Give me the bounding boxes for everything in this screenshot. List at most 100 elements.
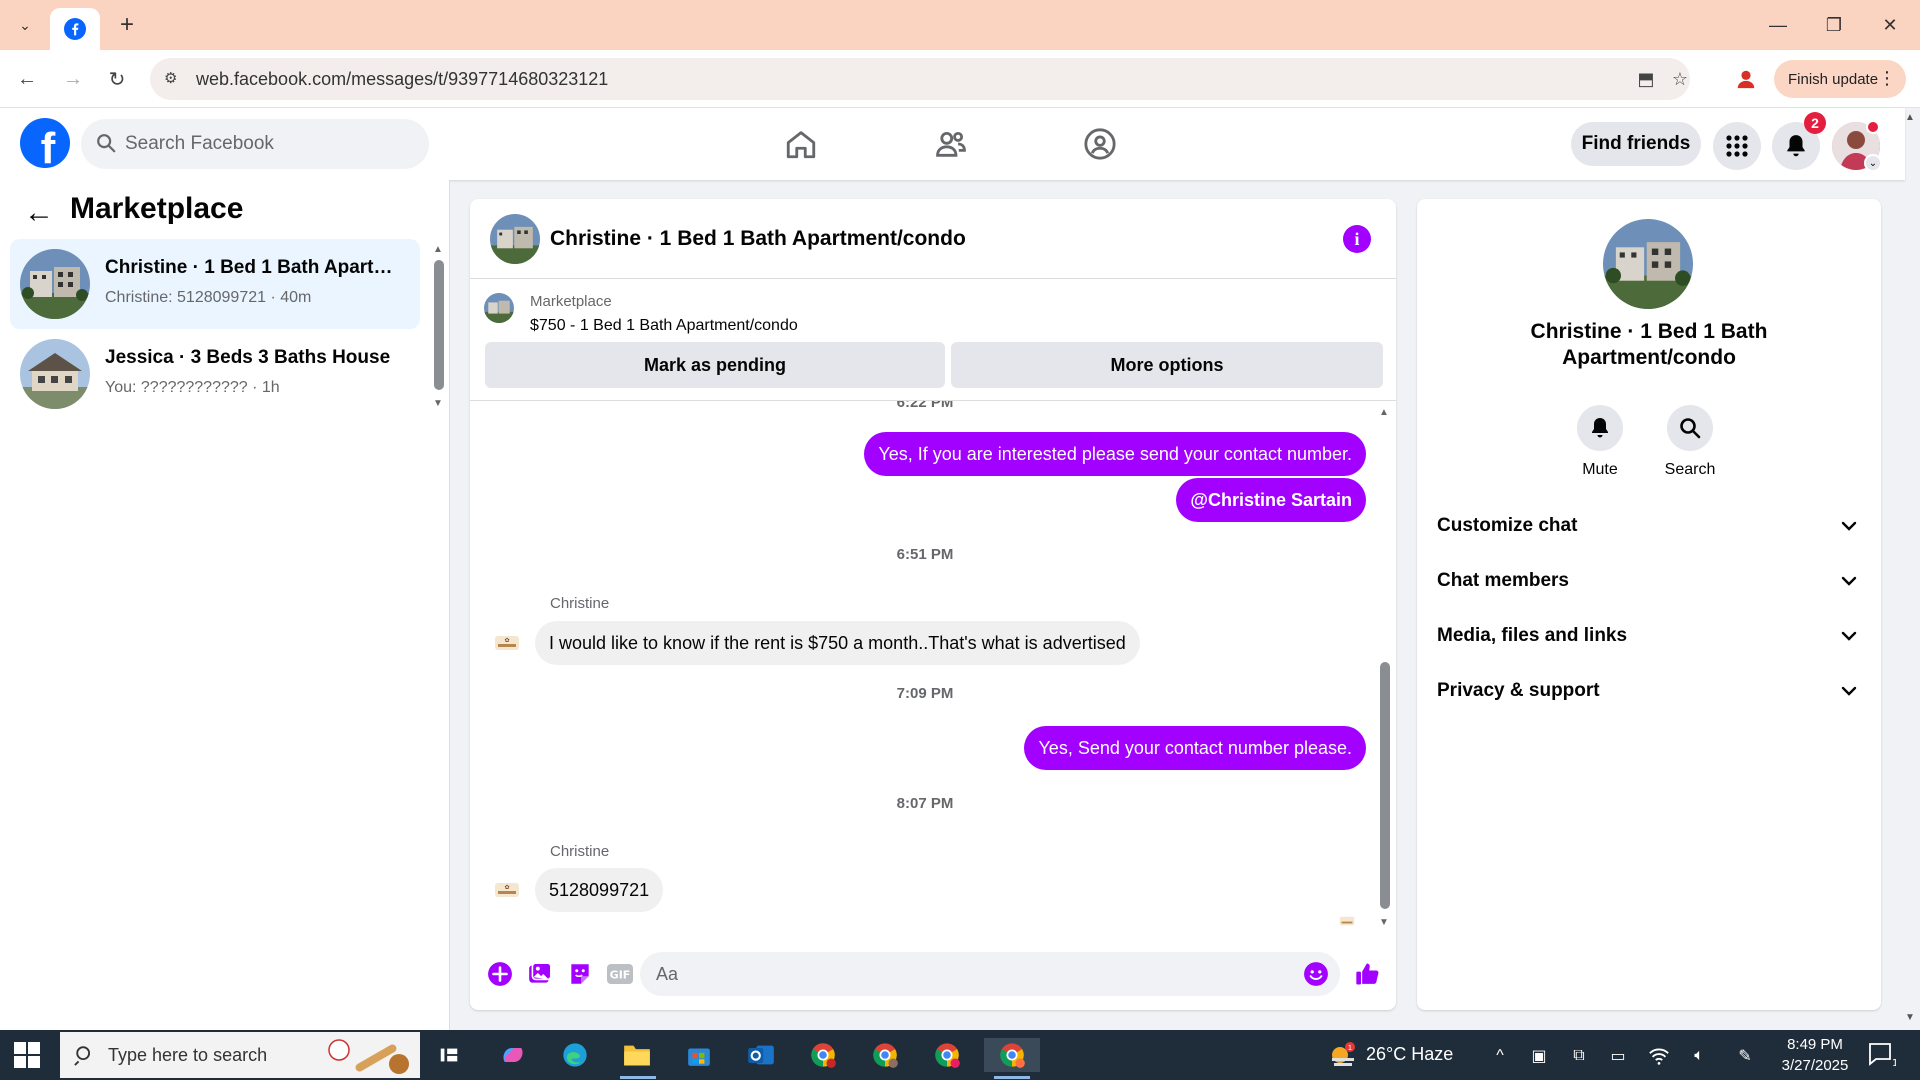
listing-title[interactable]: $750 - 1 Bed 1 Bath Apartment/condo <box>530 317 798 335</box>
sticker-icon[interactable] <box>566 960 594 988</box>
outgoing-message[interactable]: Yes, If you are interested please send y… <box>864 432 1366 476</box>
home-nav[interactable] <box>777 120 825 168</box>
wifi-icon[interactable] <box>1647 1044 1671 1068</box>
facebook-search[interactable] <box>81 119 429 169</box>
customize-chat-section[interactable]: Customize chat <box>1437 506 1861 546</box>
display-icon[interactable]: ⧉ <box>1567 1044 1591 1068</box>
chat-scrollbar[interactable] <box>1380 662 1390 909</box>
svg-text:✿: ✿ <box>504 884 509 891</box>
finish-update-button[interactable]: Finish update ⋮ <box>1774 60 1906 98</box>
taskbar-search[interactable]: Type here to search <box>60 1032 420 1078</box>
weather-text[interactable]: 26°C Haze <box>1366 1044 1453 1065</box>
conversation-jessica[interactable]: Jessica · 3 Beds 3 Baths House You: ????… <box>10 329 420 419</box>
page-scroll-down-arrow[interactable]: ▼ <box>1905 1012 1915 1023</box>
chrome-profile-3-icon[interactable] <box>930 1038 964 1072</box>
bookmark-star-icon[interactable]: ☆ <box>1668 67 1692 91</box>
show-hidden-icons-chevron-icon[interactable]: ^ <box>1488 1044 1512 1068</box>
chat-scroll-up-arrow[interactable]: ▲ <box>1379 407 1389 418</box>
list-scrollbar[interactable] <box>434 260 444 390</box>
browser-tab-facebook[interactable] <box>50 8 100 50</box>
menu-button[interactable] <box>1713 122 1761 170</box>
restore-button[interactable]: ❐ <box>1814 8 1854 42</box>
system-clock[interactable]: 8:49 PM 3/27/2025 <box>1765 1034 1865 1076</box>
taskbar-search-placeholder: Type here to search <box>108 1045 268 1065</box>
notification-center-icon[interactable]: 1 <box>1868 1042 1898 1073</box>
notifications-badge: 2 <box>1804 112 1826 134</box>
new-tab-button[interactable]: + <box>112 10 142 40</box>
conversation-christine[interactable]: Christine · 1 Bed 1 Bath Apartme... Chri… <box>10 239 420 329</box>
thumbs-up-icon[interactable] <box>1354 960 1382 988</box>
mute-action[interactable]: Mute <box>1560 405 1640 479</box>
groups-nav[interactable] <box>1076 120 1124 168</box>
weather-icon[interactable]: 1 <box>1327 1040 1359 1070</box>
photo-icon[interactable] <box>526 960 554 988</box>
chevron-down-icon <box>1841 628 1857 644</box>
chat-avatar[interactable] <box>490 214 540 264</box>
battery-icon[interactable]: ▭ <box>1606 1044 1630 1068</box>
list-scroll-down-arrow[interactable]: ▼ <box>433 398 443 409</box>
volume-icon[interactable]: 🔈︎ <box>1687 1044 1711 1068</box>
copilot-icon[interactable] <box>496 1038 530 1072</box>
outgoing-message-mention[interactable]: @Christine Sartain <box>1176 478 1366 522</box>
chat-members-section[interactable]: Chat members <box>1437 561 1861 601</box>
info-icon[interactable]: i <box>1343 225 1371 253</box>
plus-circle-icon[interactable] <box>486 960 514 988</box>
meet-now-icon[interactable]: ▣ <box>1527 1044 1551 1068</box>
chrome-k-icon[interactable] <box>806 1038 840 1072</box>
mark-as-pending-button[interactable]: Mark as pending <box>485 342 945 388</box>
marketplace-listing-bar: Marketplace $750 - 1 Bed 1 Bath Apartmen… <box>470 279 1396 401</box>
back-button[interactable]: ← <box>10 62 44 96</box>
outlook-icon[interactable] <box>744 1038 778 1072</box>
emoji-icon[interactable] <box>1302 960 1330 988</box>
address-bar[interactable]: ⚙ web.facebook.com/messages/t/9397714680… <box>150 58 1690 100</box>
account-chevron-icon[interactable]: ⌄ <box>1864 154 1882 172</box>
start-button[interactable] <box>14 1042 40 1068</box>
reload-button[interactable]: ↻ <box>100 62 134 96</box>
message-input[interactable] <box>640 952 1340 996</box>
forward-button[interactable]: → <box>56 62 90 96</box>
install-app-icon[interactable]: ⬒ <box>1634 67 1658 91</box>
edge-icon[interactable] <box>558 1038 592 1072</box>
incoming-message[interactable]: I would like to know if the rent is $750… <box>535 621 1140 665</box>
outgoing-message[interactable]: Yes, Send your contact number please. <box>1024 726 1366 770</box>
friends-nav[interactable] <box>927 120 975 168</box>
find-friends-button[interactable]: Find friends <box>1571 122 1701 166</box>
incoming-message[interactable]: 5128099721 <box>535 868 664 912</box>
home-icon <box>786 131 816 159</box>
baseball-search-art-icon <box>328 1039 409 1074</box>
timestamp: 8:07 PM <box>896 795 954 812</box>
pen-icon[interactable]: ✎ <box>1733 1044 1757 1068</box>
browser-profile-icon[interactable] <box>1733 66 1759 92</box>
task-view-icon[interactable] <box>432 1038 466 1072</box>
microsoft-store-icon[interactable] <box>682 1038 716 1072</box>
marketplace-label: Marketplace <box>530 293 612 310</box>
timestamp: 6:51 PM <box>896 546 954 563</box>
more-options-button[interactable]: More options <box>951 342 1383 388</box>
chat-header: Christine · 1 Bed 1 Bath Apartment/condo… <box>470 199 1396 279</box>
sender-avatar[interactable]: ✿ <box>490 873 524 907</box>
chrome-profile-2-icon[interactable] <box>868 1038 902 1072</box>
gif-icon[interactable]: GIF <box>606 960 634 988</box>
media-files-links-section[interactable]: Media, files and links <box>1437 616 1861 656</box>
file-explorer-icon[interactable] <box>620 1038 654 1072</box>
browser-menu-icon[interactable]: ⋮ <box>1878 68 1896 89</box>
search-input[interactable] <box>125 119 415 169</box>
sender-avatar[interactable]: ✿ <box>490 626 524 660</box>
chat-title[interactable]: Christine · 1 Bed 1 Bath Apartment/condo <box>550 227 966 251</box>
tab-search-dropdown[interactable]: ⌄ <box>10 10 40 40</box>
list-scroll-up-arrow[interactable]: ▲ <box>433 244 443 255</box>
chevron-down-icon <box>1841 518 1857 534</box>
site-settings-icon[interactable]: ⚙ <box>164 69 184 89</box>
privacy-support-section[interactable]: Privacy & support <box>1437 671 1861 711</box>
chat-scroll-down-arrow[interactable]: ▼ <box>1379 917 1389 928</box>
search-action[interactable]: Search <box>1650 405 1730 479</box>
facebook-logo[interactable]: f <box>20 118 70 168</box>
minimize-button[interactable]: — <box>1758 8 1798 42</box>
close-window-button[interactable]: ✕ <box>1870 8 1910 42</box>
message-thread: 6:22 PM Yes, If you are interested pleas… <box>470 401 1396 936</box>
section-label: Privacy & support <box>1437 680 1600 701</box>
chrome-profile-4-icon[interactable] <box>984 1038 1040 1072</box>
chat-info-avatar[interactable] <box>1603 219 1693 309</box>
page-scroll-up-arrow[interactable]: ▲ <box>1905 112 1915 123</box>
back-arrow-icon[interactable]: ← <box>24 196 54 230</box>
